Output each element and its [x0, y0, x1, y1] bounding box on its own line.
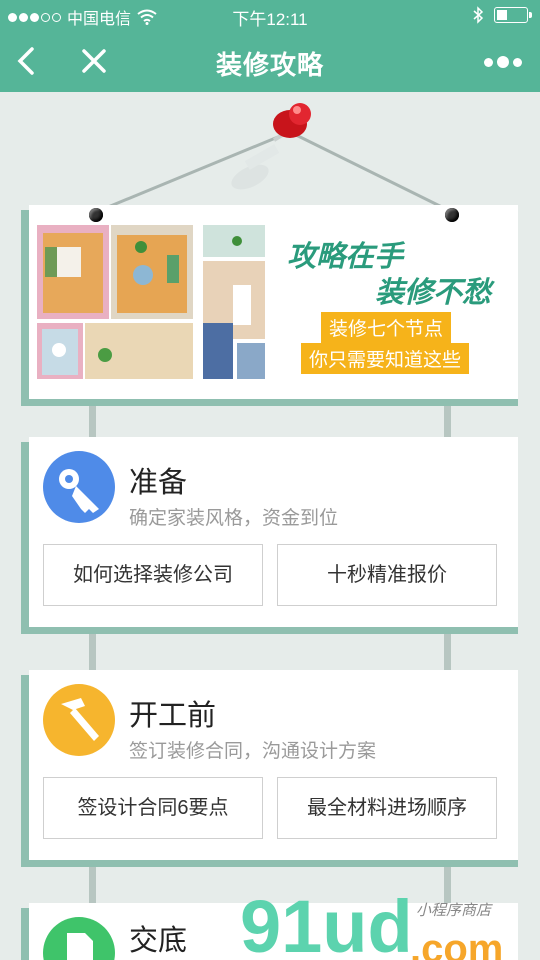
- section-card-prepare: 准备 确定家装风格，资金到位 如何选择装修公司 十秒精准报价: [29, 437, 518, 627]
- section-subtitle: 签订装修合同，沟通设计方案: [129, 741, 377, 762]
- watermark-brand: 91ud: [240, 887, 413, 960]
- section-title: 交底: [129, 925, 188, 957]
- main-content: 攻略在手 装修不愁 装修七个节点 你只需要知道这些 准备 确定家装风格，资金到位…: [0, 92, 540, 960]
- watermark-suffix: .com: [410, 927, 503, 960]
- bluetooth-icon: [473, 6, 484, 24]
- section-title: 开工前: [129, 700, 217, 732]
- status-time: 下午12:11: [232, 10, 308, 29]
- section-subtitle: 确定家装风格，资金到位: [129, 508, 339, 529]
- page-title: 装修攻略: [215, 50, 324, 80]
- material-order-button[interactable]: 最全材料进场顺序: [277, 777, 497, 839]
- status-bar: 中国电信 下午12:11: [0, 0, 540, 30]
- pushpin-icon: [231, 103, 311, 190]
- key-icon: [43, 451, 115, 523]
- status-right: [472, 6, 532, 24]
- watermark-logo: 91ud .com 小程序商店: [240, 885, 540, 960]
- banner-tag-1: 装修七个节点: [321, 312, 452, 343]
- banner-headline-2: 装修不愁: [375, 277, 492, 309]
- banner-card[interactable]: 攻略在手 装修不愁 装修七个节点 你只需要知道这些: [29, 205, 518, 399]
- battery-icon: [494, 7, 532, 23]
- design-contract-button[interactable]: 签设计合同6要点: [43, 777, 263, 839]
- document-icon: [43, 917, 115, 960]
- nail-icon: [89, 208, 103, 222]
- hammer-icon: [43, 684, 115, 756]
- nail-icon: [445, 208, 459, 222]
- floorplan-illustration: [37, 225, 265, 379]
- section-card-before-work: 开工前 签订装修合同，沟通设计方案 签设计合同6要点 最全材料进场顺序: [29, 670, 518, 860]
- banner-tag-2: 你只需要知道这些: [301, 343, 470, 374]
- more-button[interactable]: [484, 52, 524, 72]
- battery-level: [497, 10, 507, 20]
- section-title: 准备: [129, 467, 188, 499]
- more-dots-icon: [484, 57, 493, 67]
- choose-company-button[interactable]: 如何选择装修公司: [43, 544, 263, 606]
- nav-bar: 装修攻略: [0, 30, 540, 92]
- quick-quote-button[interactable]: 十秒精准报价: [277, 544, 497, 606]
- watermark-tagline: 小程序商店: [416, 901, 493, 919]
